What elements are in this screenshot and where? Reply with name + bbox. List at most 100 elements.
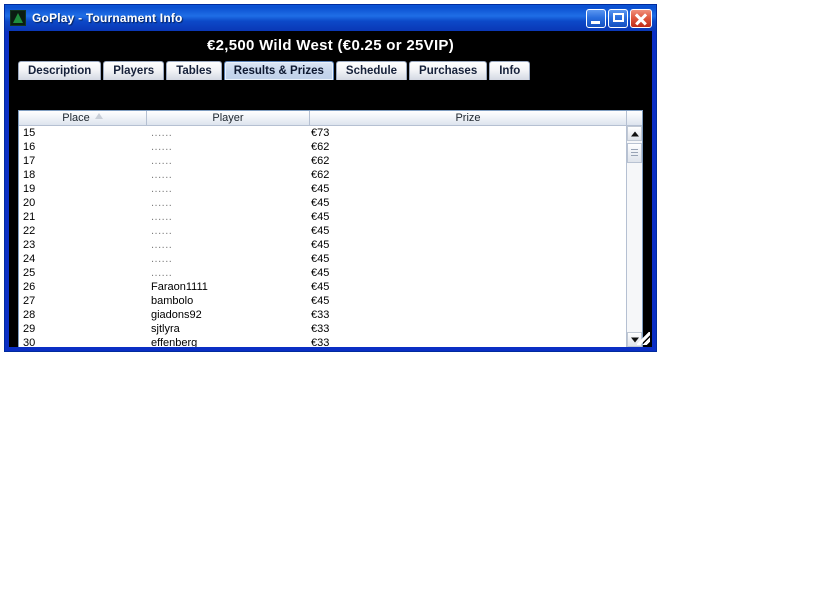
minimize-button[interactable] [586,8,606,28]
table-header-row: Place Player Prize [19,111,642,126]
maximize-icon [613,12,624,22]
table-row[interactable]: 24...... €45 [19,252,626,266]
cell-player: ...... [151,211,173,223]
cell-player: giadons92 [151,309,202,321]
table-row[interactable]: 30 effenberg €33 [19,336,626,347]
cell-place: 20 [23,197,36,209]
cell-prize: €62 [311,169,330,181]
maximize-button[interactable] [608,8,628,28]
cell-place: 26 [23,281,36,293]
scrollbar-track[interactable] [627,141,642,332]
cell-place: 23 [23,239,36,251]
tab-purchases[interactable]: Purchases [409,61,488,80]
table-row[interactable]: 15...... €73 [19,126,626,140]
close-button[interactable] [630,8,652,28]
cell-place: 21 [23,211,36,223]
page-title: €2,500 Wild West (€0.25 or 25VIP) [9,31,652,61]
cell-player: ...... [151,141,173,153]
window-title: GoPlay - Tournament Info [32,11,183,25]
cell-player: ...... [151,239,173,251]
cell-prize: €45 [311,267,330,279]
minimize-icon [591,20,600,24]
window-controls [586,8,652,28]
cell-prize: €45 [311,211,330,223]
cell-prize: €33 [311,323,330,335]
window-titlebar[interactable]: GoPlay - Tournament Info [5,5,656,31]
table-row[interactable]: 28 giadons92 €33 [19,308,626,322]
cell-prize: €62 [311,155,330,167]
scrollbar-grip-icon [631,149,638,156]
cell-player: bambolo [151,295,194,307]
goplay-tree-icon [10,10,26,26]
results-row-list: 15...... €73 16...... €62 17...... €62 18.....… [19,126,626,347]
tab-tables[interactable]: Tables [166,61,222,80]
cell-prize: €73 [311,127,330,139]
table-row[interactable]: 17...... €62 [19,154,626,168]
cell-prize: €33 [311,309,330,321]
cell-prize: €45 [311,281,330,293]
table-row[interactable]: 19...... €45 [19,182,626,196]
cell-place: 30 [23,337,36,347]
table-row[interactable]: 29 sjtlyra €33 [19,322,626,336]
results-panel: Place Player Prize 15...... €73 16...... €6… [18,110,643,347]
cell-player: sjtlyra [151,323,180,335]
cell-player: ...... [151,253,173,265]
cell-place: 27 [23,295,36,307]
scroll-down-button[interactable] [627,332,642,347]
column-header-place[interactable]: Place [19,111,147,125]
scroll-up-button[interactable] [627,126,642,141]
cell-player: ...... [151,155,173,167]
cell-prize: €33 [311,337,330,347]
tab-schedule[interactable]: Schedule [335,61,408,80]
cell-prize: €45 [311,183,330,195]
tab-players[interactable]: Players [103,61,165,80]
cell-place: 17 [23,155,36,167]
cell-player: ...... [151,183,173,195]
cell-place: 15 [23,127,36,139]
tab-description[interactable]: Description [18,61,102,80]
cell-place: 22 [23,225,36,237]
tab-results-and-prizes[interactable]: Results & Prizes [223,61,334,80]
cell-place: 19 [23,183,36,195]
column-header-player[interactable]: Player [147,111,310,125]
table-row[interactable]: 21...... €45 [19,210,626,224]
table-row[interactable]: 25...... €45 [19,266,626,280]
scrollbar-thumb[interactable] [627,143,642,163]
table-row[interactable]: 22...... €45 [19,224,626,238]
sort-ascending-icon [94,113,103,119]
cell-place: 28 [23,309,36,321]
cell-prize: €45 [311,197,330,209]
table-header-corner [626,111,642,125]
tab-strip: Description Players Tables Results & Pri… [9,61,652,80]
tournament-info-window: GoPlay - Tournament Info €2,500 Wild Wes… [4,4,657,352]
column-header-prize[interactable]: Prize [310,111,626,125]
scroll-up-icon [630,131,639,136]
cell-prize: €45 [311,295,330,307]
tab-info[interactable]: Info [489,61,531,80]
cell-player: ...... [151,267,173,279]
window-client-area: €2,500 Wild West (€0.25 or 25VIP) Descri… [9,31,652,347]
cell-place: 29 [23,323,36,335]
cell-place: 25 [23,267,36,279]
cell-place: 24 [23,253,36,265]
cell-player: effenberg [151,337,198,347]
vertical-scrollbar[interactable] [626,126,642,347]
table-row[interactable]: 23...... €45 [19,238,626,252]
cell-place: 16 [23,141,36,153]
scroll-down-icon [630,337,639,342]
cell-prize: €45 [311,225,330,237]
table-row[interactable]: 26 Faraon1111 €45 [19,280,626,294]
table-body: 15...... €73 16...... €62 17...... €62 18.....… [19,126,642,347]
table-row[interactable]: 18...... €62 [19,168,626,182]
cell-prize: €45 [311,239,330,251]
column-header-place-label: Place [62,112,90,124]
cell-place: 18 [23,169,36,181]
cell-player: ...... [151,169,173,181]
cell-prize: €62 [311,141,330,153]
table-row[interactable]: 16...... €62 [19,140,626,154]
cell-player: Faraon1111 [151,281,208,293]
cell-player: ...... [151,225,173,237]
table-row[interactable]: 27 bambolo €45 [19,294,626,308]
table-row[interactable]: 20...... €45 [19,196,626,210]
cell-player: ...... [151,127,173,139]
